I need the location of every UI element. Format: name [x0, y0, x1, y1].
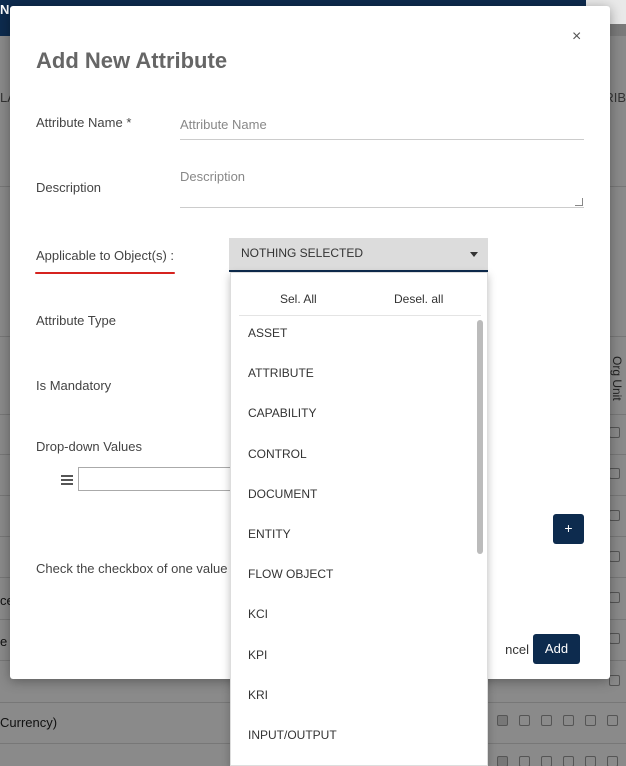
dropdown-value-input[interactable] — [78, 467, 238, 491]
background-checkbox[interactable] — [609, 468, 620, 479]
checkbox-hint-text: Check the checkbox of one value t — [36, 561, 235, 576]
background-checkbox[interactable] — [607, 756, 618, 766]
is-mandatory-label: Is Mandatory — [36, 378, 112, 393]
select-value: NOTHING SELECTED — [241, 246, 364, 260]
description-label: Description — [36, 180, 102, 195]
add-button[interactable]: Add — [533, 634, 580, 664]
background-checkbox[interactable] — [563, 756, 574, 766]
option-flow-object[interactable]: FLOW OBJECT — [231, 554, 471, 594]
background-checkbox[interactable] — [585, 715, 596, 726]
close-button[interactable]: × — [572, 28, 581, 46]
dropdown-scrollbar-thumb[interactable] — [477, 320, 483, 554]
option-input-output[interactable]: INPUT/OUTPUT — [231, 715, 471, 755]
deselect-all-button[interactable]: Desel. all — [394, 292, 443, 306]
option-entity[interactable]: ENTITY — [231, 514, 471, 554]
background-checkbox[interactable] — [609, 427, 620, 438]
background-checkbox[interactable] — [541, 756, 552, 766]
option-kpi[interactable]: KPI — [231, 635, 471, 675]
select-all-button[interactable]: Sel. All — [280, 292, 317, 306]
description-textarea[interactable] — [180, 169, 584, 208]
resize-grip-icon[interactable] — [575, 198, 583, 206]
attribute-type-label: Attribute Type — [36, 313, 116, 328]
option-kci[interactable]: KCI — [231, 594, 471, 634]
option-kri[interactable]: KRI — [231, 675, 471, 715]
caret-down-icon — [470, 252, 478, 257]
background-checkbox[interactable] — [609, 592, 620, 603]
background-checkbox[interactable] — [519, 715, 530, 726]
option-document[interactable]: DOCUMENT — [231, 474, 471, 514]
background-checkbox[interactable] — [607, 715, 618, 726]
background-checkbox[interactable] — [519, 756, 530, 766]
options-list: ASSET ATTRIBUTE CAPABILITY CONTROL DOCUM… — [231, 313, 471, 755]
option-asset[interactable]: ASSET — [231, 313, 471, 353]
option-control[interactable]: CONTROL — [231, 434, 471, 474]
background-checkbox[interactable] — [609, 633, 620, 644]
background-checkbox[interactable] — [541, 715, 552, 726]
background-cell: e — [0, 634, 8, 649]
option-capability[interactable]: CAPABILITY — [231, 393, 471, 433]
dropdown-values-label: Drop-down Values — [36, 439, 142, 454]
background-checkbox[interactable] — [497, 715, 508, 726]
background-checkbox[interactable] — [609, 675, 620, 686]
applicable-objects-label: Applicable to Object(s) : — [36, 248, 175, 263]
app-header-fragment: N — [0, 0, 10, 36]
annotation-underline — [35, 272, 175, 274]
attribute-name-input[interactable] — [180, 110, 584, 140]
background-checkbox[interactable] — [609, 510, 620, 521]
background-cell: Currency) — [0, 715, 58, 730]
background-checkbox[interactable] — [609, 551, 620, 562]
background-checkbox[interactable] — [563, 715, 574, 726]
objects-dropdown-menu: Sel. All Desel. all ASSET ATTRIBUTE CAPA… — [230, 272, 488, 766]
option-attribute[interactable]: ATTRIBUTE — [231, 353, 471, 393]
add-value-button[interactable]: + — [553, 514, 584, 544]
background-column-header: Org Unit — [610, 356, 624, 401]
background-checkbox[interactable] — [497, 756, 508, 766]
modal-title: Add New Attribute — [36, 48, 228, 73]
applicable-objects-select[interactable]: NOTHING SELECTED — [229, 238, 488, 272]
drag-handle-icon[interactable] — [61, 475, 73, 487]
attribute-name-label: Attribute Name * — [36, 115, 132, 130]
background-checkbox[interactable] — [585, 756, 596, 766]
